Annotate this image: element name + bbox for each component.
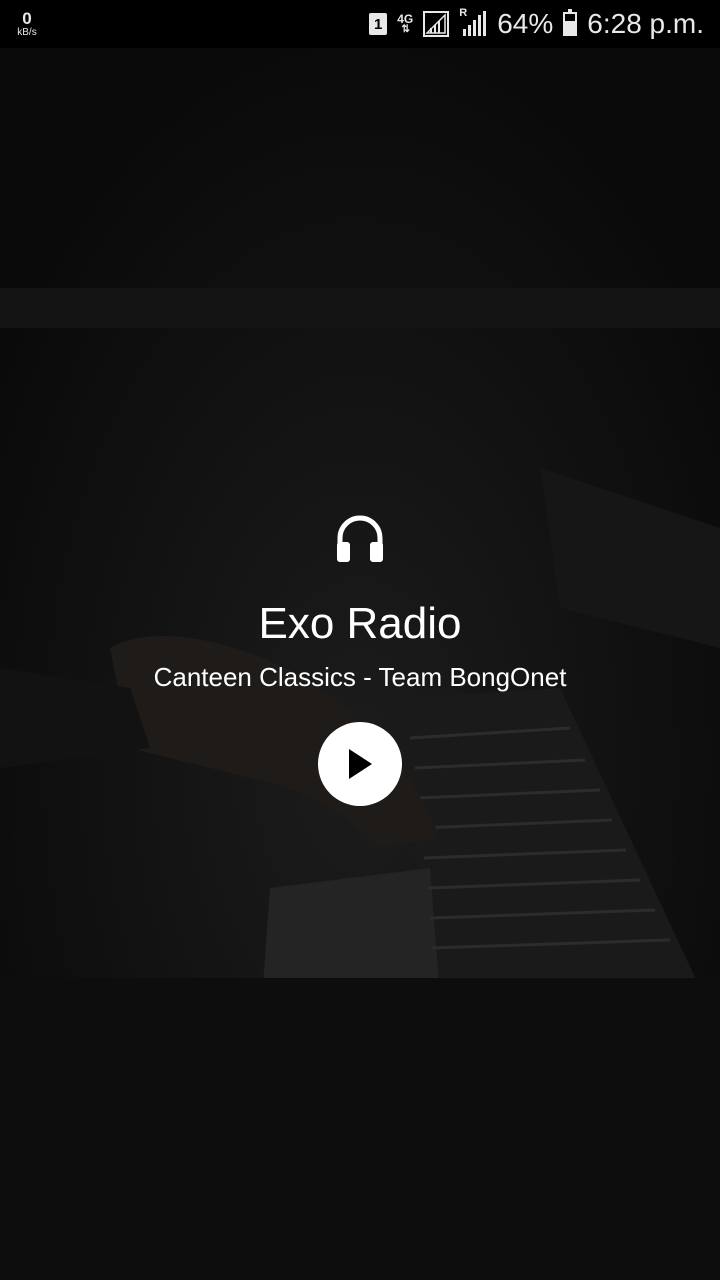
network-speed-value: 0 xyxy=(22,9,32,28)
player-panel: Exo Radio Canteen Classics - Team BongOn… xyxy=(0,500,720,806)
status-icons: 1 4G ⇅ R 64% 6:28 p.m. xyxy=(369,0,704,48)
cell-signal-icon: R xyxy=(459,7,487,37)
status-time: 6:28 p.m. xyxy=(587,8,704,39)
roaming-indicator: R xyxy=(459,7,468,19)
now-playing-text: Canteen Classics - Team BongOnet xyxy=(153,662,567,692)
network-type-icon: 4G ⇅ xyxy=(397,13,413,35)
battery-percent: 64% xyxy=(497,8,554,39)
network-speed-indicator: 0 kB/s xyxy=(10,10,44,38)
status-bar: 0 kB/s 1 4G ⇅ R 64% 6:28 p.m. xyxy=(0,0,720,48)
headphones-icon xyxy=(337,515,383,562)
station-title: Exo Radio xyxy=(258,599,462,648)
network-speed-unit: kB/s xyxy=(17,27,37,38)
battery-icon xyxy=(563,9,578,36)
play-icon xyxy=(349,749,372,779)
wifi-signal-icon xyxy=(423,11,450,37)
sim-slot-icon: 1 xyxy=(369,13,388,35)
data-arrows-icon: ⇅ xyxy=(401,24,410,35)
play-button[interactable] xyxy=(318,722,402,806)
